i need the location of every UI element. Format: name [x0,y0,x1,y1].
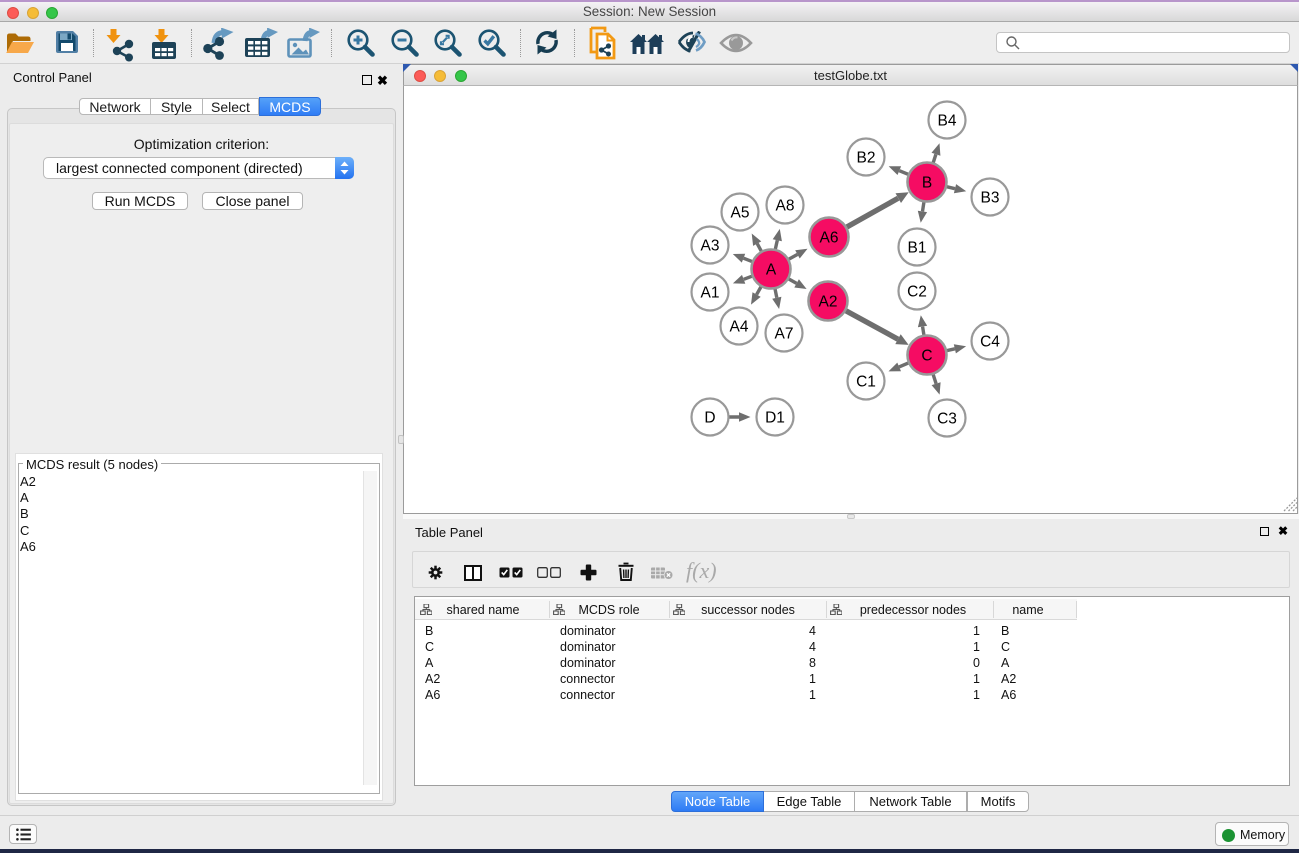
svg-text:A4: A4 [730,319,749,336]
svg-text:A5: A5 [731,205,750,222]
svg-text:C2: C2 [907,284,927,301]
svg-text:A2: A2 [819,294,838,311]
svg-text:A1: A1 [701,285,720,302]
svg-text:A6: A6 [820,230,839,247]
svg-text:C3: C3 [937,411,957,428]
svg-text:A3: A3 [701,238,720,255]
svg-text:B3: B3 [981,190,1000,207]
svg-text:A: A [766,262,777,279]
svg-text:C1: C1 [856,374,876,391]
svg-text:A7: A7 [775,326,794,343]
svg-text:B2: B2 [857,150,876,167]
svg-text:B1: B1 [908,240,927,257]
svg-text:D: D [704,410,715,427]
svg-text:C: C [921,348,932,365]
svg-text:C4: C4 [980,334,1000,351]
svg-text:D1: D1 [765,410,785,427]
svg-text:B4: B4 [938,113,957,130]
svg-text:B: B [922,175,932,192]
svg-text:A8: A8 [776,198,795,215]
